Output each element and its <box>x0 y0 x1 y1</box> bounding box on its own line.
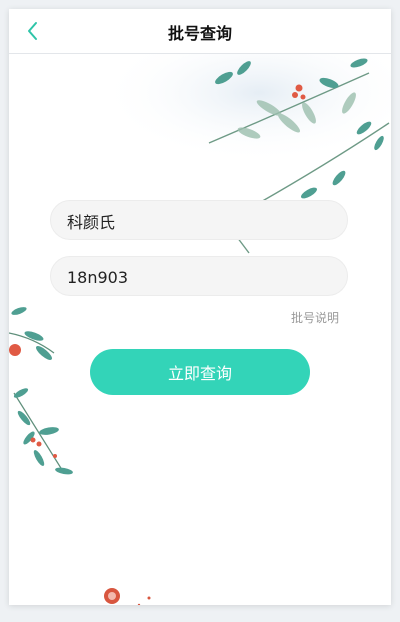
batch-input[interactable] <box>65 257 337 297</box>
batch-field[interactable] <box>50 256 348 297</box>
batch-explain-link[interactable]: 批号说明 <box>291 309 339 326</box>
nav-bar: 批号查询 <box>9 9 391 54</box>
phone-screen: 批号查询 科颜氏 18n903 批号说明 立即查询 <box>9 9 391 605</box>
brand-field[interactable] <box>50 200 348 241</box>
page-title: 批号查询 <box>167 24 232 43</box>
brand-input[interactable] <box>65 201 337 241</box>
leaf-decoration <box>9 53 391 605</box>
query-button[interactable]: 立即查询 <box>90 349 310 395</box>
